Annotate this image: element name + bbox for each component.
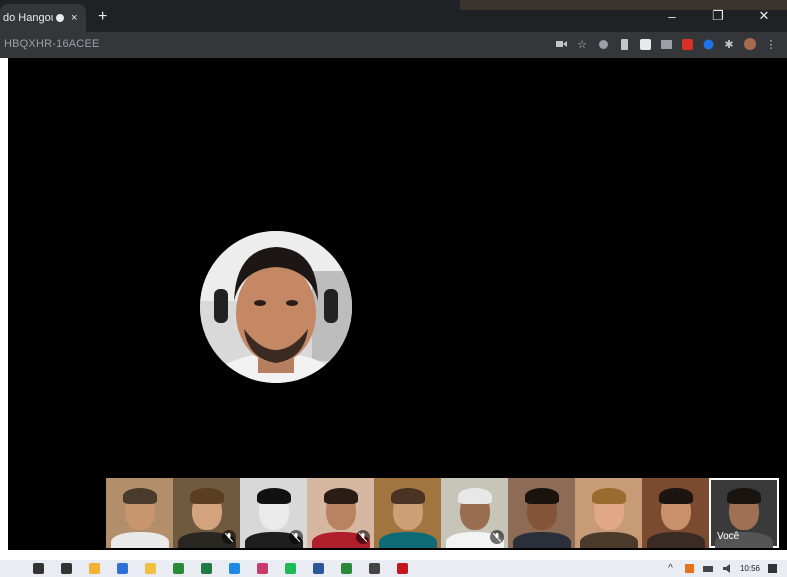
toolbar-icons: ☆ ✱ ⋮ (555, 37, 777, 51)
participant-filmstrip: Você (106, 478, 779, 548)
word-icon[interactable] (312, 562, 325, 575)
window-controls: – ❐ ✕ (649, 0, 787, 32)
chrome-icon[interactable] (340, 562, 353, 575)
extension-icon[interactable] (639, 37, 651, 51)
mic-off-icon (222, 530, 236, 544)
tab-close-button[interactable]: × (71, 12, 77, 24)
audio-playing-icon[interactable] (55, 13, 65, 23)
mic-off-icon (356, 530, 370, 544)
participant-thumbnail[interactable] (173, 478, 240, 548)
tray-app-icon[interactable] (683, 562, 696, 575)
participant-shirt (378, 532, 437, 548)
camera-icon[interactable] (555, 37, 567, 51)
clock-time[interactable]: 10:56 (740, 564, 760, 573)
participant-hair (122, 488, 157, 504)
extension-icon[interactable] (702, 37, 714, 51)
participant-hair (658, 488, 693, 504)
excel-icon[interactable] (200, 562, 213, 575)
participant-shirt (579, 532, 638, 548)
tab-hangouts[interactable]: do Hangouts × (0, 4, 86, 32)
star-icon[interactable]: ☆ (576, 37, 588, 51)
participant-hair (727, 488, 761, 504)
participant-hair (189, 488, 224, 504)
explorer-icon[interactable] (88, 562, 101, 575)
network-icon[interactable] (702, 562, 715, 575)
participant-hair (256, 488, 291, 504)
extension-icon[interactable] (681, 37, 693, 51)
files-icon[interactable] (144, 562, 157, 575)
participant-hair (457, 488, 492, 504)
mic-off-icon (289, 530, 303, 544)
tab-title: do Hangouts (3, 12, 53, 24)
photos-icon[interactable] (256, 562, 269, 575)
chrome-icon[interactable] (172, 562, 185, 575)
notification-icon[interactable] (766, 562, 779, 575)
close-window-button[interactable]: ✕ (741, 0, 787, 32)
participant-hair (524, 488, 559, 504)
mic-off-icon (490, 530, 504, 544)
participant-hair (390, 488, 425, 504)
new-tab-button[interactable]: + (98, 9, 107, 25)
acrobat-icon[interactable] (396, 562, 409, 575)
calculator-icon[interactable] (368, 562, 381, 575)
menu-icon[interactable]: ⋮ (765, 37, 777, 51)
search-icon[interactable] (32, 562, 45, 575)
extension-icon[interactable] (618, 37, 630, 51)
extension-icon[interactable] (660, 37, 672, 51)
task-view-icon[interactable] (60, 562, 73, 575)
self-label: Você (717, 531, 740, 542)
system-tray: ^ 10:56 (664, 562, 779, 575)
participant-thumbnail[interactable] (106, 478, 173, 548)
minimize-button[interactable]: – (649, 0, 695, 32)
participant-thumbnail[interactable] (240, 478, 307, 548)
address-bar: HBQXHR-16ACEE ☆ ✱ ⋮ (0, 32, 787, 58)
taskbar-apps (32, 562, 409, 575)
participant-thumbnail[interactable] (374, 478, 441, 548)
participant-thumbnail[interactable] (307, 478, 374, 548)
edge-icon[interactable] (228, 562, 241, 575)
windows-taskbar: ^ 10:56 (0, 560, 787, 577)
browser-window-frame: do Hangouts × + – ❐ ✕ HBQXHR-16ACEE ☆ ✱ (0, 0, 787, 58)
participant-shirt (646, 532, 705, 548)
tab-strip: do Hangouts × + – ❐ ✕ (0, 0, 787, 32)
volume-icon[interactable] (721, 562, 734, 575)
chevron-up-icon[interactable]: ^ (664, 562, 677, 575)
extension-icon[interactable] (597, 37, 609, 51)
participant-shirt (512, 532, 571, 548)
participant-shirt (110, 532, 169, 548)
participant-thumbnail[interactable] (575, 478, 642, 548)
self-view-thumbnail[interactable]: Você (709, 478, 779, 548)
participant-hair (591, 488, 626, 504)
url-text[interactable]: HBQXHR-16ACEE (4, 38, 100, 50)
main-speaker-avatar (200, 231, 352, 383)
puzzle-icon[interactable]: ✱ (723, 37, 735, 51)
restore-button[interactable]: ❐ (695, 0, 741, 32)
spotify-icon[interactable] (284, 562, 297, 575)
participant-thumbnail[interactable] (642, 478, 709, 548)
app-icon[interactable] (116, 562, 129, 575)
video-stage (8, 58, 787, 550)
participant-thumbnail[interactable] (508, 478, 575, 548)
participant-hair (323, 488, 358, 504)
profile-icon[interactable] (744, 37, 756, 51)
participant-thumbnail[interactable] (441, 478, 508, 548)
